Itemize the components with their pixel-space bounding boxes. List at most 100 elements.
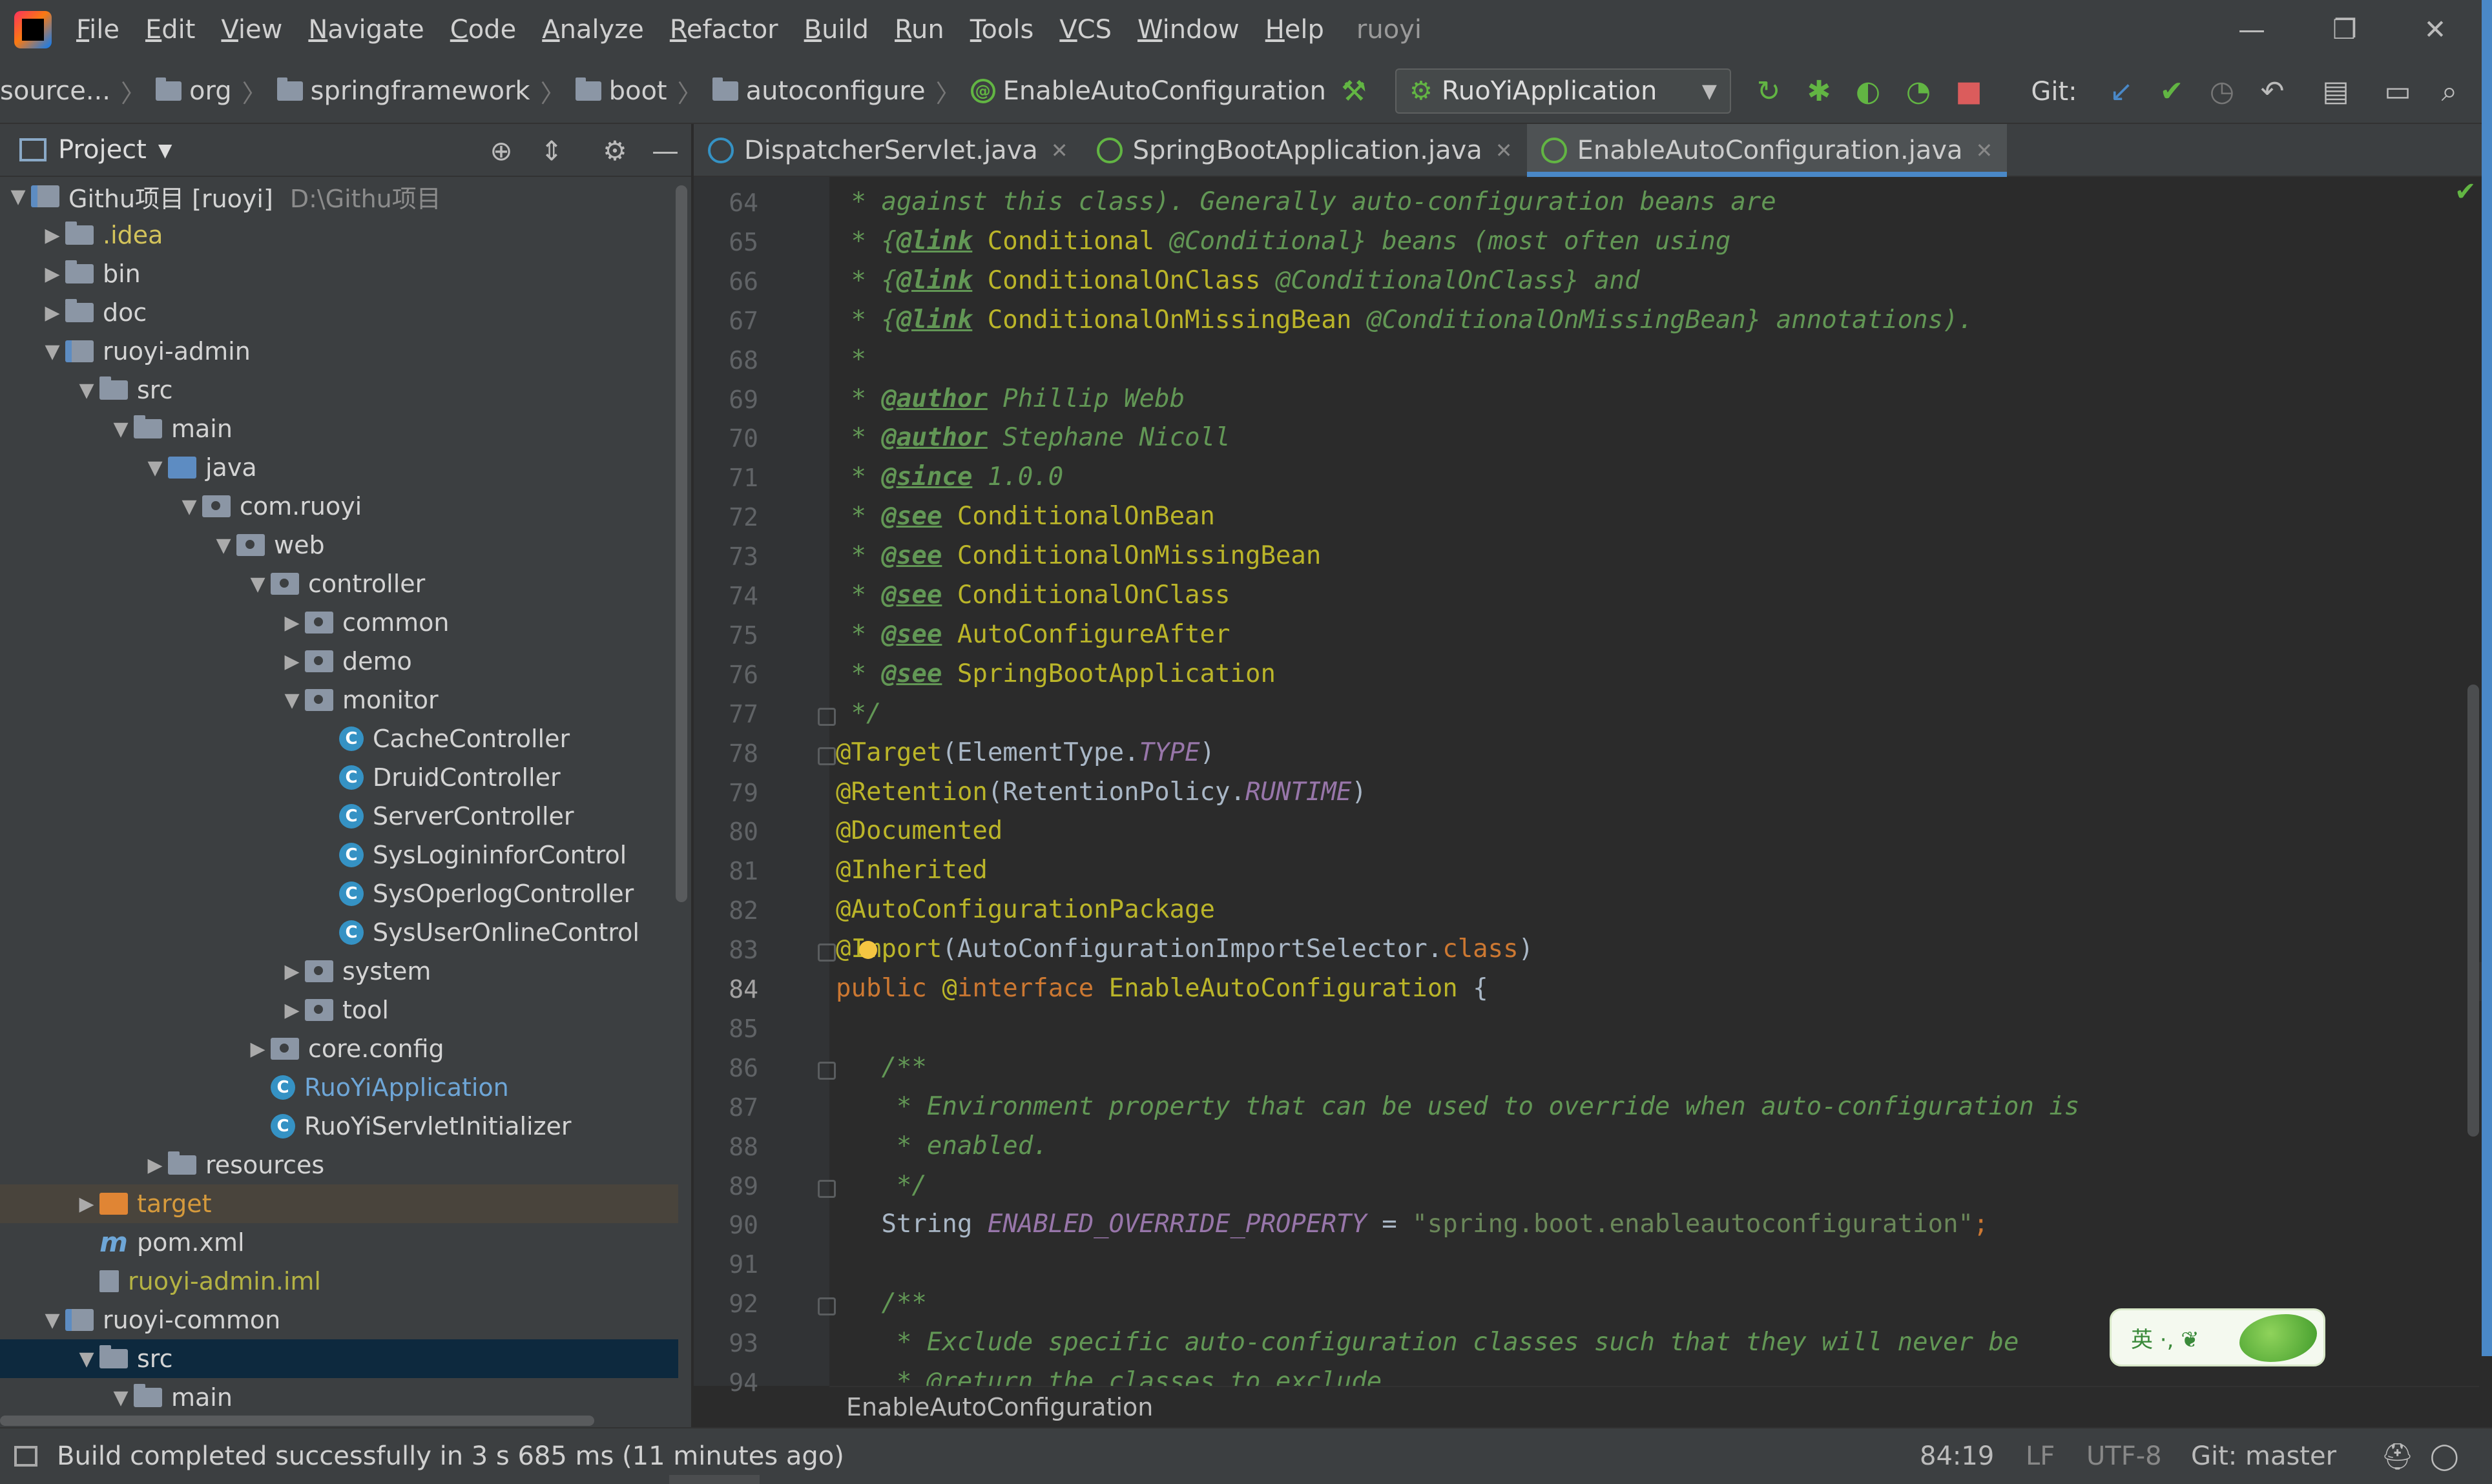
breadcrumb-item[interactable]: springframework 〉 [276,74,576,109]
expanded-arrow-icon[interactable]: ▼ [108,418,134,440]
tree-item[interactable]: C ServerController [0,797,678,836]
tree-item[interactable]: ▶ resources [0,1146,678,1184]
hide-icon[interactable]: — [647,133,683,169]
stop-icon[interactable]: ■ [1952,75,1986,108]
run-config-select[interactable]: ⚙ RuoYiApplication ▼ [1395,68,1731,114]
caret-position[interactable]: 84:19 [1920,1441,1994,1471]
collapsed-arrow-icon[interactable]: ▶ [245,1038,271,1060]
menu-help[interactable]: Help [1265,15,1324,45]
expanded-arrow-icon[interactable]: ▼ [176,495,202,518]
code-line[interactable]: * @since 1.0.0 [836,462,1063,491]
editor-breadcrumb[interactable]: EnableAutoConfiguration [829,1386,2479,1427]
breadcrumb-item[interactable]: source... 〉 [0,74,156,109]
close-button[interactable]: ✕ [2416,12,2455,48]
collapsed-arrow-icon[interactable]: ▶ [74,1193,99,1215]
build-hammer-icon[interactable]: ⚒ [1337,75,1371,108]
code-line[interactable]: * @see ConditionalOnBean [836,502,1215,531]
code-line[interactable]: * {@link ConditionalOnMissingBean @Condi… [836,305,1973,335]
toggle-tool-windows-icon[interactable] [14,1446,37,1467]
ime-status-widget[interactable]: 英 ·, ❦ [2110,1308,2325,1366]
git-commit-icon[interactable]: ✔ [2155,75,2188,108]
expanded-arrow-icon[interactable]: ▼ [74,1348,99,1370]
code-line[interactable]: * {@link Conditional @Conditional} beans… [836,227,1730,256]
menu-vcs[interactable]: VCS [1059,15,1112,45]
collapsed-arrow-icon[interactable]: ▶ [142,1154,168,1177]
code-line[interactable]: * @return the classes to exclude [836,1367,1382,1386]
tree-item[interactable]: ▼ src [0,1339,678,1378]
code-line[interactable]: */ [836,699,881,728]
menu-window[interactable]: Window [1137,15,1240,45]
menu-build[interactable]: Build [804,15,869,45]
code-line[interactable]: @Target(ElementType.TYPE) [836,738,1215,767]
intellij-logo-icon[interactable] [14,11,52,48]
menu-view[interactable]: View [221,15,282,45]
tree-scrollbar[interactable] [676,185,687,902]
menu-navigate[interactable]: Navigate [308,15,424,45]
fold-marker-icon[interactable] [818,1061,836,1080]
code-line[interactable]: * @see SpringBootApplication [836,659,1275,688]
code-line[interactable]: * [836,345,866,374]
tab-spring-boot-application[interactable]: SpringBootApplication.java ✕ [1083,124,1527,177]
tree-item[interactable]: ▶ core.config [0,1029,678,1068]
editor-gutter[interactable]: 64 65 66 67 68 69 70 71 72 73 74 75 76 77 78 79 80 81 82 83… [694,177,829,1397]
tree-item[interactable]: ▼ controller [0,564,678,603]
menu-file[interactable]: File [76,15,119,45]
tree-item[interactable]: ▼ web [0,526,678,564]
code-line[interactable]: @Retention(RetentionPolicy.RUNTIME) [836,778,1367,807]
search-icon[interactable]: ⌕ [2433,75,2466,108]
git-branch[interactable]: Git: master [2191,1441,2336,1471]
git-update-icon[interactable]: ↙ [2104,75,2138,108]
tree-item[interactable]: ▼ java [0,448,678,487]
file-encoding[interactable]: UTF-8 [2086,1441,2162,1471]
tree-item[interactable]: C RuoYiServletInitializer [0,1107,678,1146]
tree-item[interactable]: ▶ target [0,1184,678,1223]
code-editor[interactable]: * against this class). Generally auto-co… [829,177,2479,1386]
code-line[interactable]: * enabled. [836,1131,1048,1160]
fold-marker-icon[interactable] [818,747,836,765]
fold-marker-icon[interactable] [818,1179,836,1198]
fold-marker-icon[interactable] [818,707,836,726]
close-icon[interactable]: ✕ [1495,138,1513,163]
code-line[interactable]: /** [836,1288,926,1317]
tree-item[interactable]: m pom.xml [0,1223,678,1262]
collapsed-arrow-icon[interactable]: ▶ [39,224,65,247]
breadcrumb-item[interactable]: @ EnableAutoConfiguration [970,76,1326,106]
tree-item[interactable]: ▼ monitor [0,681,678,719]
code-line[interactable]: @Inherited [836,856,988,885]
fold-marker-icon[interactable] [818,1297,836,1316]
expanded-arrow-icon[interactable]: ▼ [5,185,31,208]
code-line[interactable]: * against this class). Generally auto-co… [836,187,1776,216]
restore-button[interactable]: ❐ [2325,12,2364,48]
line-separator[interactable]: LF [2026,1441,2055,1471]
expanded-arrow-icon[interactable]: ▼ [39,1309,65,1332]
tree-item[interactable]: ▶ demo [0,642,678,681]
tree-item[interactable]: ▶ common [0,603,678,642]
tree-item[interactable]: ▼ main [0,409,678,448]
gear-icon[interactable]: ⚙ [597,133,633,169]
minimize-button[interactable]: — [2232,12,2271,48]
collapsed-arrow-icon[interactable]: ▶ [279,960,305,983]
debug-icon[interactable]: ✱ [1802,75,1836,108]
notifications-icon[interactable]: ◯ [2430,1441,2459,1471]
tree-item[interactable]: ruoyi-admin.iml [0,1262,678,1301]
code-line[interactable]: @Import(AutoConfigurationImportSelector.… [836,934,1533,964]
expanded-arrow-icon[interactable]: ▼ [74,379,99,402]
code-line[interactable]: * @author Phillip Webb [836,384,1185,413]
tree-item[interactable]: ▼ src [0,371,678,409]
tree-item[interactable]: C SysOperlogController [0,874,678,913]
chevron-down-icon[interactable]: ▼ [158,139,172,161]
tree-item[interactable]: C SysUserOnlineControl [0,913,678,952]
tree-item[interactable]: ▼ ruoyi-admin [0,332,678,371]
menu-tools[interactable]: Tools [970,15,1034,45]
tree-item[interactable]: ▶ doc [0,293,678,332]
code-line[interactable]: * Environment property that can be used … [836,1092,2079,1121]
inspection-ok-icon[interactable]: ✔ [2455,177,2476,207]
breadcrumb-item[interactable]: autoconfigure 〉 [712,74,971,109]
close-icon[interactable]: ✕ [1051,138,1068,163]
tree-item[interactable]: ▶ tool [0,991,678,1029]
tree-item[interactable]: C CacheController [0,719,678,758]
git-history-icon[interactable]: ◷ [2205,75,2239,108]
menu-run[interactable]: Run [895,15,944,45]
code-line[interactable]: @AutoConfigurationPackage [836,895,1215,924]
code-line[interactable]: * @see ConditionalOnMissingBean [836,541,1321,570]
